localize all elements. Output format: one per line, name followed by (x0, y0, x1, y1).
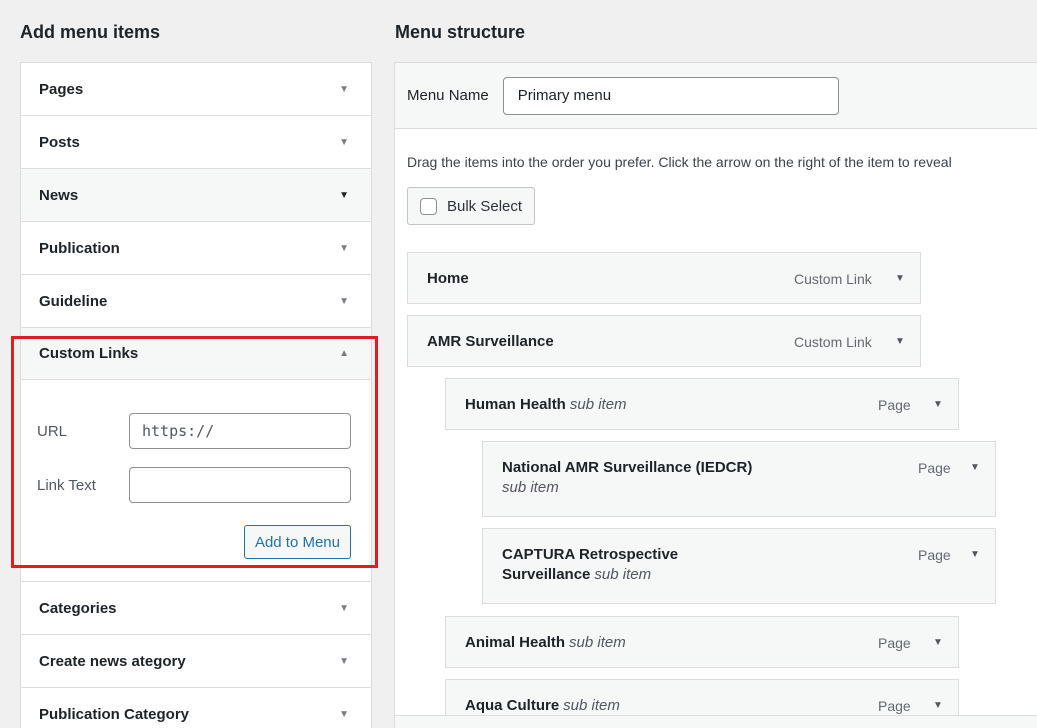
menu-item-amr-surveillance[interactable]: AMR Surveillance Custom Link ▼ (407, 315, 921, 367)
drag-instructions: Drag the items into the order you prefer… (407, 154, 952, 170)
accordion-categories[interactable]: Categories ▼ (21, 582, 371, 635)
menu-item-home[interactable]: Home Custom Link ▼ (407, 252, 921, 304)
sub-item-label: sub item (569, 396, 627, 413)
triangle-down-icon: ▼ (339, 655, 349, 667)
menu-item-type: Page (918, 547, 951, 563)
add-menu-items-title: Add menu items (20, 22, 161, 42)
accordion-label: Posts (39, 133, 80, 151)
menu-structure-title: Menu structure (395, 22, 526, 42)
menu-item-title: Animal Health sub item (465, 633, 626, 653)
triangle-down-icon[interactable]: ▼ (970, 549, 980, 560)
accordion-label: Publication Category (39, 705, 190, 723)
menu-item-title: Home (427, 270, 469, 287)
link-text-input[interactable] (129, 467, 351, 503)
menu-item-type: Page (918, 460, 951, 476)
menu-item-title: CAPTURA Retrospective Surveillance sub ite… (502, 545, 678, 585)
menu-item-title-line1: CAPTURA Retrospective (502, 546, 679, 563)
sub-item-label: sub item (594, 566, 652, 583)
accordion-pages[interactable]: Pages ▼ (21, 63, 371, 116)
menu-item-title: Human Health sub item (465, 395, 627, 415)
accordion-label: Custom Links (39, 345, 139, 362)
triangle-down-icon[interactable]: ▼ (970, 462, 980, 473)
menu-item-human-health[interactable]: Human Health sub item Page ▼ (445, 378, 959, 430)
triangle-down-icon: ▼ (339, 242, 349, 254)
sub-item-label: sub item (502, 479, 559, 496)
menu-item-title-text: National AMR Surveillance (IEDCR) (502, 459, 753, 476)
link-text-row: Link Text (37, 466, 351, 504)
menu-footer (395, 715, 1037, 728)
menu-item-title: AMR Surveillance (427, 333, 554, 350)
menu-structure-panel: Menu Name Drag the items into the order … (394, 62, 1037, 728)
accordion-custom-links[interactable]: Custom Links ▲ (21, 328, 371, 380)
custom-links-panel: URL Link Text Add to Menu (21, 380, 371, 582)
menu-item-title-line2: Surveillance (502, 566, 591, 583)
accordion-posts[interactable]: Posts ▼ (21, 116, 371, 169)
triangle-down-icon[interactable]: ▼ (933, 700, 943, 711)
menu-item-type: Page (878, 397, 911, 413)
menu-name-input[interactable] (502, 76, 839, 115)
menu-item-animal-health[interactable]: Animal Health sub item Page ▼ (445, 616, 959, 668)
add-menu-items-accordion: Pages ▼ Posts ▼ News ▼ Publication ▼ Gui… (20, 62, 372, 728)
menu-item-type: Page (878, 635, 911, 651)
triangle-down-icon: ▼ (339, 83, 349, 95)
triangle-down-icon: ▼ (339, 295, 349, 307)
triangle-down-icon: ▼ (339, 708, 349, 720)
menu-item-title-text: Human Health (465, 396, 566, 413)
accordion-label: Guideline (39, 292, 108, 310)
menu-item-title-text: Animal Health (465, 634, 566, 651)
bulk-select-label: Bulk Select (447, 197, 523, 215)
menu-item-type: Custom Link (794, 334, 872, 350)
accordion-news[interactable]: News ▼ (21, 169, 371, 222)
bulk-select-checkbox[interactable] (420, 197, 437, 215)
menu-item-title: National AMR Surveillance (IEDCR) sub ite… (502, 458, 752, 498)
url-input[interactable] (129, 413, 351, 449)
menu-item-national-amr-surveillance[interactable]: National AMR Surveillance (IEDCR) sub ite… (482, 441, 996, 517)
accordion-label: Categories (39, 599, 117, 617)
accordion-guideline[interactable]: Guideline ▼ (21, 275, 371, 328)
triangle-down-icon[interactable]: ▼ (895, 336, 905, 347)
triangle-down-icon[interactable]: ▼ (895, 273, 905, 284)
accordion-label: Create news ategory (39, 652, 186, 670)
add-to-menu-button[interactable]: Add to Menu (243, 525, 351, 559)
menu-name-label: Menu Name (407, 87, 489, 104)
triangle-down-icon[interactable]: ▼ (933, 399, 943, 410)
url-row: URL (37, 412, 351, 450)
accordion-label: Pages (39, 80, 84, 98)
menu-item-type: Custom Link (794, 271, 872, 287)
link-text-label: Link Text (37, 476, 96, 494)
triangle-down-icon: ▼ (339, 189, 349, 201)
accordion-create-news-category[interactable]: Create news ategory ▼ (21, 635, 371, 688)
menu-item-type: Page (878, 698, 911, 714)
sub-item-label: sub item (563, 697, 620, 714)
bulk-select-button[interactable]: Bulk Select (407, 187, 536, 225)
accordion-label: News (39, 186, 79, 204)
menu-item-title: Aqua Culture sub item (465, 696, 620, 716)
menu-item-title-text: Aqua Culture (465, 697, 560, 714)
triangle-down-icon: ▼ (339, 602, 349, 614)
triangle-down-icon: ▼ (339, 136, 349, 148)
menu-header: Menu Name (395, 63, 1037, 129)
url-label: URL (37, 422, 68, 440)
triangle-down-icon[interactable]: ▼ (933, 637, 943, 648)
accordion-publication[interactable]: Publication ▼ (21, 222, 371, 275)
menu-item-captura-retrospective[interactable]: CAPTURA Retrospective Surveillance sub ite… (482, 528, 996, 604)
accordion-publication-category[interactable]: Publication Category ▼ (21, 688, 371, 728)
accordion-label: Publication (39, 239, 120, 257)
sub-item-label: sub item (569, 634, 626, 651)
triangle-up-icon: ▲ (339, 348, 349, 359)
